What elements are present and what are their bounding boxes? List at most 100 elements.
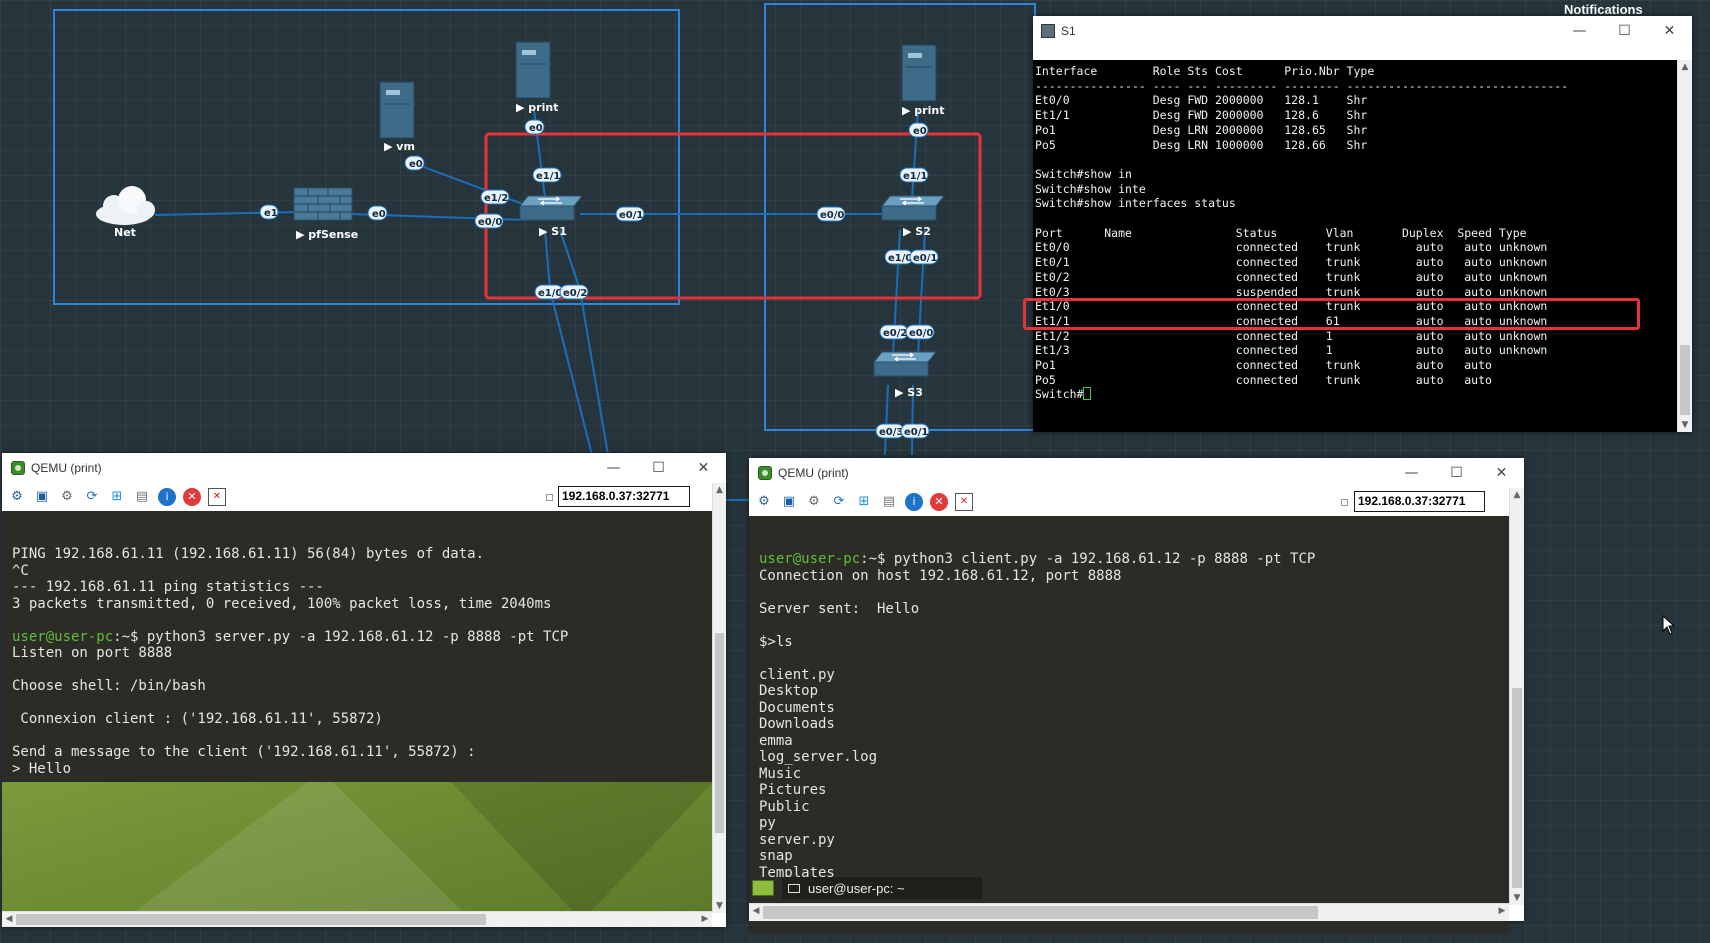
- scroll-left-arrow[interactable]: ◀: [749, 904, 763, 918]
- settings-icon[interactable]: ⚙: [58, 488, 76, 506]
- terminal-line-text: server.py: [759, 831, 835, 848]
- s1-terminal[interactable]: Interface Role Sts Cost Prio.Nbr Type ---…: [1033, 60, 1677, 432]
- close-session-icon[interactable]: ✕: [955, 493, 973, 511]
- svg-text:e0/3: e0/3: [879, 427, 903, 438]
- qemu-left-window[interactable]: QEMU (print) — ☐ ✕ ⚙ ▣ ⚙ ⟳ ⊞ ▤ i ✕ ✕ 192…: [2, 453, 726, 927]
- port-label: e0/3: [875, 423, 905, 439]
- scroll-down-arrow[interactable]: ▼: [713, 899, 726, 913]
- info-icon[interactable]: i: [905, 493, 923, 511]
- terminal-line: Send a message to the client ('192.168.6…: [12, 744, 712, 761]
- send-keys-icon[interactable]: ⚙: [8, 488, 26, 506]
- qemu-right-terminal[interactable]: user@user-pc:~$ python3 client.py -a 192…: [749, 516, 1509, 934]
- maximize-icon[interactable]: ☐: [1434, 458, 1479, 488]
- scrollbar-thumb[interactable]: [1512, 688, 1522, 888]
- taskbar-terminal-item[interactable]: user@user-pc: ~: [782, 877, 982, 899]
- windows-icon[interactable]: ⊞: [108, 488, 126, 506]
- address-checkbox[interactable]: [1341, 499, 1348, 506]
- windows-icon[interactable]: ⊞: [855, 493, 873, 511]
- pfsense-node[interactable]: ▶ pfSense: [293, 187, 358, 241]
- port-label: e1/1: [532, 167, 562, 183]
- vm-node[interactable]: ▶ vm: [379, 81, 415, 153]
- terminal-line: ^C: [12, 563, 712, 580]
- print-node-left[interactable]: ▶ print: [515, 41, 558, 114]
- scroll-up-arrow[interactable]: ▲: [713, 483, 726, 497]
- scrollbar-thumb[interactable]: [715, 633, 724, 833]
- close-session-icon[interactable]: ✕: [208, 488, 226, 506]
- qemu-left-titlebar[interactable]: QEMU (print) — ☐ ✕: [2, 453, 726, 483]
- minimize-icon[interactable]: —: [1389, 458, 1434, 488]
- net-node[interactable]: Net: [96, 186, 155, 239]
- qemu-left-vertical-scrollbar[interactable]: ▲ ▼: [712, 483, 726, 913]
- qemu-app-icon: [11, 461, 25, 475]
- clipboard-icon[interactable]: ▤: [880, 493, 898, 511]
- vnc-address-field[interactable]: 192.168.0.37:32771: [1354, 491, 1485, 512]
- svg-text:e1/1: e1/1: [903, 171, 927, 182]
- scroll-down-arrow[interactable]: ▼: [1510, 891, 1524, 905]
- terminal-line-text: Server sent: Hello: [759, 600, 920, 617]
- s1-vertical-scrollbar[interactable]: ▲ ▼: [1677, 60, 1692, 432]
- qemu-right-titlebar[interactable]: QEMU (print) — ☐ ✕: [749, 458, 1524, 488]
- terminal-line: PING 192.168.61.11 (192.168.61.11) 56(84…: [12, 546, 712, 563]
- scrollbar-thumb[interactable]: [763, 906, 1318, 919]
- port-label: e1/2: [480, 189, 510, 205]
- address-checkbox[interactable]: [546, 494, 553, 501]
- svg-text:e1/0: e1/0: [538, 288, 562, 299]
- settings-icon[interactable]: ⚙: [805, 493, 823, 511]
- terminal-line-text: [759, 617, 767, 633]
- scroll-up-arrow[interactable]: ▲: [1510, 488, 1524, 502]
- console-line: Switch#show interfaces status: [1035, 196, 1236, 211]
- terminal-line-text: --- 192.168.61.11 ping statistics ---: [12, 579, 324, 595]
- scrollbar-thumb[interactable]: [1680, 345, 1690, 415]
- close-icon[interactable]: ✕: [1479, 458, 1524, 488]
- s1-titlebar[interactable]: S1 — ☐ ✕: [1033, 16, 1692, 46]
- qemu-right-vertical-scrollbar[interactable]: ▲ ▼: [1509, 488, 1524, 905]
- s3-switch-node[interactable]: ▶ S3: [872, 351, 938, 399]
- qemu-left-terminal[interactable]: PING 192.168.61.11 (192.168.61.11) 56(84…: [2, 511, 712, 782]
- qemu-right-window[interactable]: QEMU (print) — ☐ ✕ ⚙ ▣ ⚙ ⟳ ⊞ ▤ i ✕ ✕ 192…: [749, 458, 1524, 934]
- minimize-icon[interactable]: —: [1557, 16, 1602, 46]
- terminal-line-text: log_server.log: [759, 749, 878, 765]
- refresh-icon[interactable]: ⟳: [830, 493, 848, 511]
- s2-switch-node[interactable]: ▶ S2: [880, 195, 946, 238]
- scroll-right-arrow[interactable]: ▶: [698, 912, 712, 926]
- terminal-line: [12, 612, 712, 629]
- fullscreen-icon[interactable]: ▣: [780, 493, 798, 511]
- qemu-left-horizontal-scrollbar[interactable]: ◀ ▶: [2, 911, 712, 927]
- maximize-icon[interactable]: ☐: [636, 453, 681, 483]
- port-label: e0/2: [559, 284, 589, 300]
- minimize-icon[interactable]: —: [591, 453, 636, 483]
- terminal-line-text: [12, 695, 20, 711]
- info-icon[interactable]: i: [158, 488, 176, 506]
- terminal-line: Pictures: [759, 782, 1509, 799]
- svg-text:e1/2: e1/2: [484, 193, 508, 204]
- scrollbar-thumb[interactable]: [16, 914, 486, 925]
- svg-text:e0: e0: [372, 209, 386, 220]
- terminal-line: snap: [759, 848, 1509, 865]
- print-node-right[interactable]: ▶ print: [901, 44, 944, 117]
- scroll-left-arrow[interactable]: ◀: [2, 912, 16, 926]
- close-icon[interactable]: ✕: [681, 453, 726, 483]
- qemu-right-horizontal-scrollbar[interactable]: ◀ ▶: [749, 903, 1509, 921]
- notifications-label[interactable]: Notifications: [1564, 2, 1643, 17]
- fullscreen-icon[interactable]: ▣: [33, 488, 51, 506]
- scroll-right-arrow[interactable]: ▶: [1495, 904, 1509, 918]
- s1-console-window[interactable]: S1 — ☐ ✕ Interface Role Sts Cost Prio.Nb…: [1033, 16, 1692, 432]
- pfsense-label: ▶ pfSense: [296, 228, 358, 241]
- scroll-down-arrow[interactable]: ▼: [1678, 418, 1692, 432]
- terminal-line: Server sent: Hello: [759, 601, 1509, 618]
- send-keys-icon[interactable]: ⚙: [755, 493, 773, 511]
- port-label: e0/1: [900, 423, 930, 439]
- close-icon[interactable]: ✕: [1647, 16, 1692, 46]
- scroll-up-arrow[interactable]: ▲: [1678, 60, 1692, 74]
- disconnect-icon[interactable]: ✕: [930, 493, 948, 511]
- console-line: Po1 Desg LRN 2000000 128.65 Shr: [1035, 122, 1368, 137]
- terminal-app-icon[interactable]: [752, 880, 774, 896]
- s1-switch-node[interactable]: ▶ S1: [518, 195, 584, 238]
- refresh-icon[interactable]: ⟳: [83, 488, 101, 506]
- maximize-icon[interactable]: ☐: [1602, 16, 1647, 46]
- disconnect-icon[interactable]: ✕: [183, 488, 201, 506]
- qemu-left-toolbar: ⚙ ▣ ⚙ ⟳ ⊞ ▤ i ✕ ✕: [2, 483, 233, 511]
- clipboard-icon[interactable]: ▤: [133, 488, 151, 506]
- vnc-address-field[interactable]: 192.168.0.37:32771: [558, 486, 690, 507]
- terminal-output: PING 192.168.61.11 (192.168.61.11) 56(84…: [12, 546, 712, 777]
